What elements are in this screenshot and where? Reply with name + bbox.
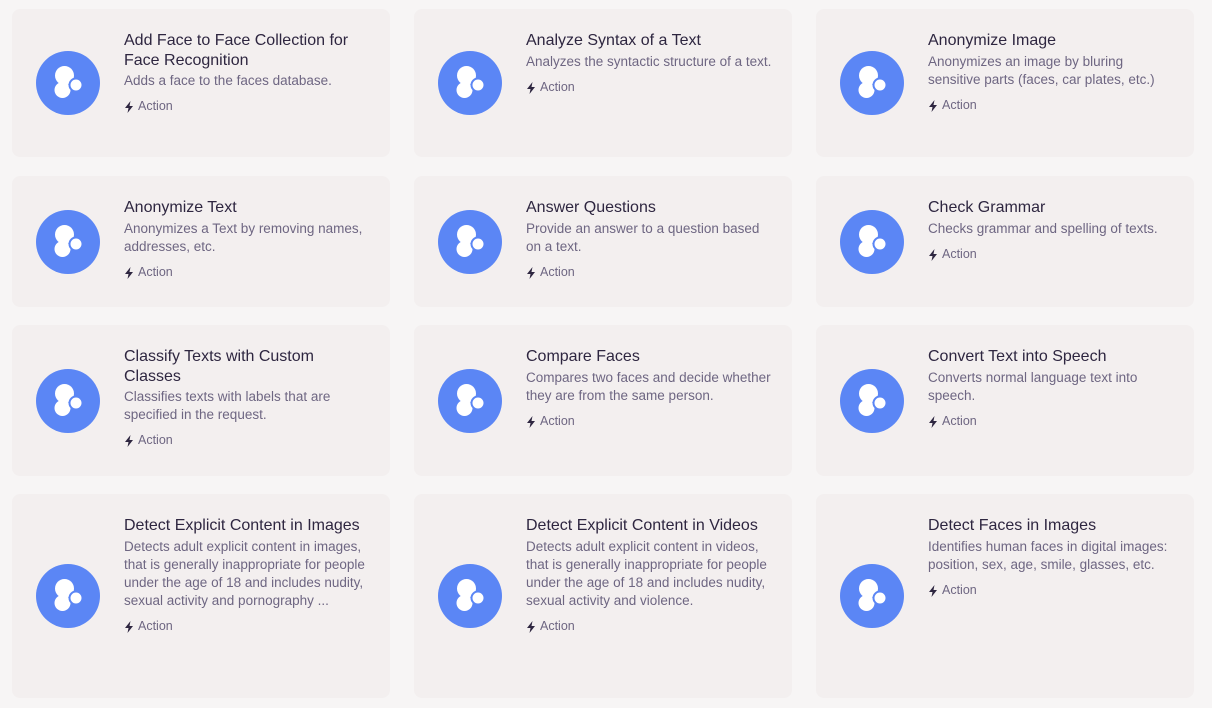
bolt-icon	[929, 415, 937, 428]
bolt-icon	[527, 415, 535, 428]
card-tag-label: Action	[138, 264, 173, 279]
card-tag: Action	[526, 618, 774, 634]
bolt-icon	[929, 584, 937, 597]
eden-ai-logo-icon	[36, 210, 100, 274]
card-anonymize-image[interactable]: Anonymize Image Anonymizes an image by b…	[816, 9, 1194, 157]
card-compare-faces[interactable]: Compare Faces Compares two faces and dec…	[414, 325, 792, 476]
card-tag-label: Action	[942, 246, 977, 261]
card-analyze-syntax[interactable]: Analyze Syntax of a Text Analyzes the sy…	[414, 9, 792, 157]
eden-ai-logo-icon	[840, 369, 904, 433]
card-anonymize-text[interactable]: Anonymize Text Anonymizes a Text by remo…	[12, 176, 390, 307]
card-tag-label: Action	[540, 618, 575, 633]
card-title: Detect Explicit Content in Videos	[526, 517, 758, 534]
bolt-icon	[527, 620, 535, 633]
card-tag: Action	[526, 413, 774, 429]
card-tag: Action	[124, 432, 372, 448]
card-tag: Action	[928, 582, 1176, 598]
card-tag: Action	[526, 264, 774, 280]
card-description: Anonymizes an image by bluring sensitive…	[928, 53, 1155, 87]
eden-ai-logo-icon	[438, 210, 502, 274]
bolt-icon	[125, 435, 133, 447]
bolt-icon	[125, 266, 133, 279]
card-title: Answer Questions	[526, 199, 656, 216]
card-add-face-to-collection[interactable]: Add Face to Face Collection for Face Rec…	[12, 9, 390, 157]
card-detect-faces[interactable]: Detect Faces in Images Identifies human …	[816, 494, 1194, 698]
card-description: Converts normal language text into speec…	[928, 369, 1138, 403]
card-tag: Action	[928, 246, 1176, 262]
eden-ai-logo-icon	[36, 369, 100, 433]
card-tag: Action	[124, 98, 372, 114]
bolt-icon	[527, 266, 535, 279]
card-title: Anonymize Image	[928, 32, 1057, 49]
bolt-icon	[929, 99, 937, 112]
card-description: Detects adult explicit content in images…	[124, 538, 365, 608]
card-description: Adds a face to the faces database.	[124, 73, 332, 88]
card-tag: Action	[124, 618, 372, 634]
card-tag-label: Action	[138, 618, 173, 633]
eden-ai-logo-icon	[840, 564, 904, 628]
bolt-icon	[125, 101, 133, 113]
eden-ai-logo-icon	[840, 51, 904, 115]
card-tag-label: Action	[942, 97, 977, 112]
card-answer-questions[interactable]: Answer Questions Provide an answer to a …	[414, 176, 792, 307]
bolt-icon	[527, 81, 535, 94]
card-tag: Action	[124, 264, 372, 280]
card-convert-text-into-speech[interactable]: Convert Text into Speech Converts normal…	[816, 325, 1194, 476]
card-description: Detects adult explicit content in videos…	[526, 538, 767, 608]
card-classify-texts[interactable]: Classify Texts with Custom Classes Class…	[12, 325, 390, 476]
card-tag-label: Action	[540, 264, 575, 279]
card-detect-explicit-videos[interactable]: Detect Explicit Content in Videos Detect…	[414, 494, 792, 698]
bolt-icon	[125, 620, 133, 633]
eden-ai-logo-icon	[36, 51, 100, 115]
card-title: Compare Faces	[526, 348, 640, 365]
card-title: Anonymize Text	[124, 199, 237, 216]
card-title: Detect Explicit Content in Images	[124, 517, 360, 534]
eden-ai-logo-icon	[438, 564, 502, 628]
eden-ai-logo-icon	[438, 369, 502, 433]
card-title: Detect Faces in Images	[928, 517, 1097, 534]
card-title: Add Face to Face Collection for Face Rec…	[124, 32, 349, 69]
card-description: Checks grammar and spelling of texts.	[928, 220, 1158, 236]
card-description: Classifies texts with labels that are sp…	[124, 389, 331, 422]
card-title: Check Grammar	[928, 199, 1046, 216]
card-description: Identifies human faces in digital images…	[928, 538, 1168, 572]
eden-ai-logo-icon	[36, 564, 100, 628]
card-tag: Action	[928, 97, 1176, 113]
card-description: Analyzes the syntactic structure of a te…	[526, 53, 772, 69]
card-description: Compares two faces and decide whether th…	[526, 369, 771, 403]
bolt-icon	[929, 248, 937, 261]
card-tag: Action	[526, 79, 774, 95]
card-tag-label: Action	[942, 413, 977, 428]
card-tag-label: Action	[540, 79, 575, 94]
card-title: Analyze Syntax of a Text	[526, 32, 701, 49]
card-tag-label: Action	[138, 433, 173, 447]
card-check-grammar[interactable]: Check Grammar Checks grammar and spellin…	[816, 176, 1194, 307]
eden-ai-logo-icon	[438, 51, 502, 115]
card-tag: Action	[928, 413, 1176, 429]
card-tag-label: Action	[138, 99, 173, 113]
card-detect-explicit-images[interactable]: Detect Explicit Content in Images Detect…	[12, 494, 390, 698]
card-grid: Add Face to Face Collection for Face Rec…	[0, 0, 1212, 708]
card-description: Provide an answer to a question based on…	[526, 220, 760, 254]
card-tag-label: Action	[540, 413, 575, 428]
card-title: Classify Texts with Custom Classes	[124, 348, 314, 385]
card-title: Convert Text into Speech	[928, 348, 1107, 365]
eden-ai-logo-icon	[840, 210, 904, 274]
card-description: Anonymizes a Text by removing names, add…	[124, 220, 363, 254]
card-tag-label: Action	[942, 582, 977, 597]
